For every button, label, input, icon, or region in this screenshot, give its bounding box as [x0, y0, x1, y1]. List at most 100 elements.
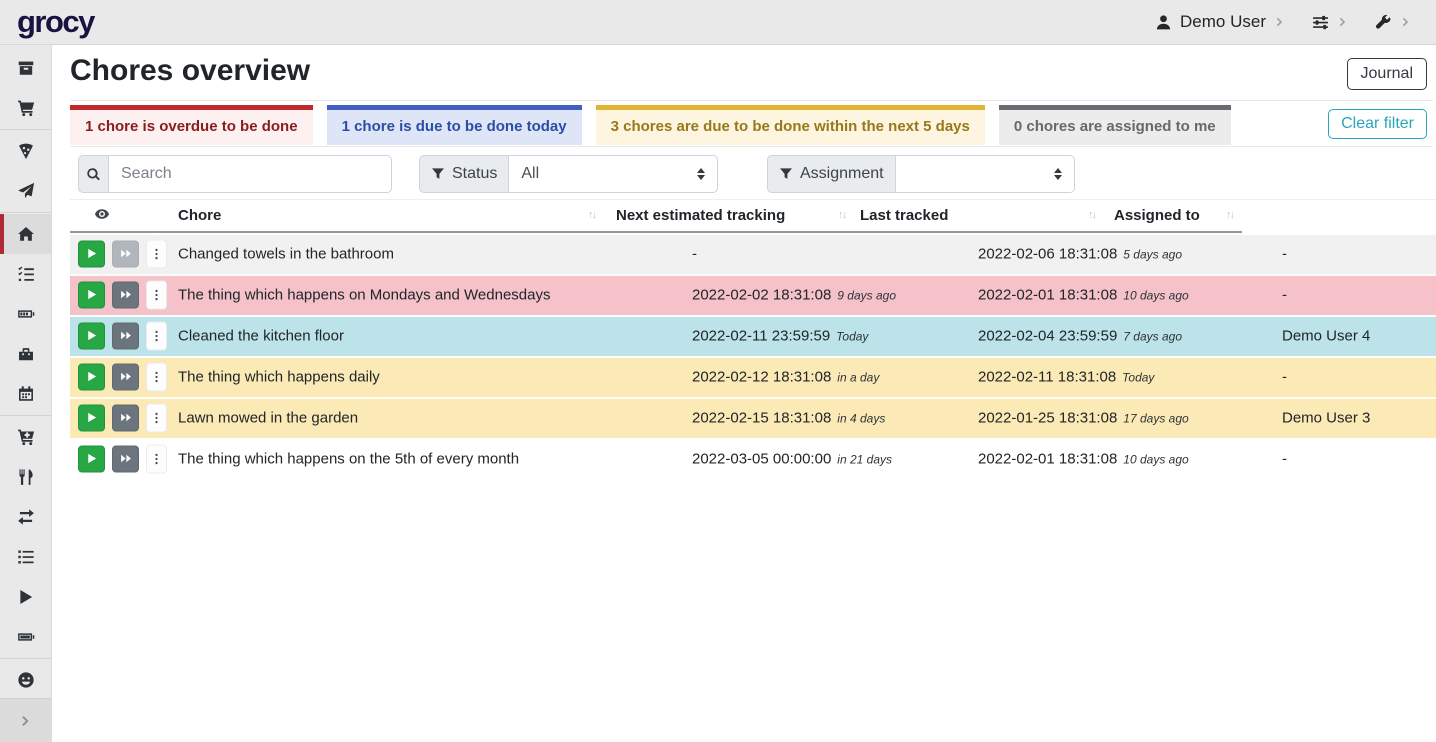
chore-menu-button[interactable] — [146, 239, 167, 268]
home-icon — [17, 225, 35, 243]
track-chore-button[interactable] — [78, 281, 105, 308]
sidebar-item-userentity-example[interactable] — [0, 660, 51, 700]
assignment-filter-group: Assignment — [767, 155, 1075, 193]
sidebar-collapse-toggle[interactable] — [0, 698, 51, 742]
chore-name: The thing which happens on the 5th of ev… — [178, 450, 519, 467]
paper-plane-icon — [17, 182, 35, 200]
forward-icon — [120, 371, 132, 383]
sidebar-item-batteries-overview[interactable] — [0, 294, 51, 334]
list-icon — [17, 548, 35, 566]
pizza-icon — [17, 142, 35, 160]
filter-overdue-card[interactable]: 1 chore is overdue to be done — [70, 105, 313, 145]
utensils-icon — [17, 468, 35, 486]
chore-name: The thing which happens daily — [178, 368, 380, 385]
play-icon — [86, 453, 98, 465]
chore-name: Changed towels in the bathroom — [178, 245, 394, 262]
ellipsis-v-icon — [150, 247, 163, 260]
sidebar-item-transfer[interactable] — [0, 497, 51, 537]
sidebar-item-calendar[interactable] — [0, 374, 51, 414]
skip-chore-button[interactable] — [112, 281, 139, 308]
last-tracked: 2022-01-25 18:31:0817 days ago — [978, 409, 1189, 426]
ellipsis-v-icon — [150, 370, 163, 383]
sidebar-item-inventory[interactable] — [0, 537, 51, 577]
chore-menu-button[interactable] — [146, 444, 167, 473]
filter-due-soon-card[interactable]: 3 chores are due to be done within the n… — [596, 105, 985, 145]
clear-filter-button[interactable]: Clear filter — [1328, 109, 1427, 139]
relative-time: Today — [836, 329, 868, 343]
battery-icon — [17, 305, 35, 323]
funnel-icon — [779, 167, 793, 181]
filter-assigned-me-card[interactable]: 0 chores are assigned to me — [999, 105, 1231, 145]
column-header-assigned-to[interactable]: Assigned to — [1114, 207, 1200, 224]
wrench-icon — [1375, 14, 1392, 31]
sidebar-item-equipment[interactable] — [0, 334, 51, 374]
search-icon — [86, 167, 101, 182]
sidebar-divider — [0, 415, 51, 416]
search-input[interactable] — [108, 155, 392, 193]
sidebar — [0, 45, 52, 742]
row-actions — [78, 403, 167, 432]
chore-menu-button[interactable] — [146, 321, 167, 350]
column-header-chore[interactable]: Chore — [178, 207, 221, 224]
table-row: Lawn mowed in the garden2022-02-15 18:31… — [70, 397, 1436, 438]
track-chore-button[interactable] — [78, 363, 105, 390]
assigned-to: - — [1282, 245, 1287, 262]
relative-time: 9 days ago — [837, 288, 896, 302]
last-tracked: 2022-02-11 18:31:08Today — [978, 368, 1154, 385]
relative-time: 17 days ago — [1123, 411, 1188, 425]
column-header-next-estimated-tracking[interactable]: Next estimated tracking — [616, 207, 785, 224]
sort-icon[interactable]: ↑↓ — [1226, 209, 1233, 221]
chore-menu-button[interactable] — [146, 403, 167, 432]
next-estimated-tracking: 2022-02-02 18:31:089 days ago — [692, 286, 896, 303]
row-actions — [78, 444, 167, 473]
play-icon — [86, 330, 98, 342]
sidebar-item-chore-tracking[interactable] — [0, 577, 51, 617]
sidebar-item-purchase[interactable] — [0, 417, 51, 457]
skip-chore-button[interactable] — [112, 363, 139, 390]
assignment-filter-label-box: Assignment — [767, 155, 895, 193]
sliders-icon — [1312, 14, 1329, 31]
shopping-cart-icon — [17, 99, 35, 117]
sidebar-item-recipes[interactable] — [0, 131, 51, 171]
settings-menu[interactable] — [1312, 14, 1349, 31]
sort-icon[interactable]: ↑↓ — [1088, 209, 1095, 221]
search-icon-box — [78, 155, 108, 193]
sidebar-item-meal-plan[interactable] — [0, 171, 51, 211]
eye-icon[interactable] — [94, 206, 110, 222]
sidebar-item-consume[interactable] — [0, 457, 51, 497]
battery-full-icon — [17, 628, 35, 646]
sidebar-item-stock-overview[interactable] — [0, 48, 51, 88]
column-header-last-tracked[interactable]: Last tracked — [860, 207, 948, 224]
admin-menu[interactable] — [1375, 14, 1412, 31]
filter-due-today-card[interactable]: 1 chore is due to be done today — [327, 105, 582, 145]
last-tracked: 2022-02-06 18:31:085 days ago — [978, 245, 1182, 262]
sidebar-item-chores-overview[interactable] — [0, 214, 51, 254]
track-chore-button[interactable] — [78, 240, 105, 267]
skip-chore-button[interactable] — [112, 404, 139, 431]
chore-menu-button[interactable] — [146, 362, 167, 391]
cart-plus-icon — [17, 428, 35, 446]
user-menu[interactable]: Demo User — [1155, 12, 1286, 32]
grocy-logo[interactable]: grocy — [17, 4, 94, 40]
sort-icon[interactable]: ↑↓ — [838, 209, 845, 221]
track-chore-button[interactable] — [78, 322, 105, 349]
skip-chore-button[interactable] — [112, 445, 139, 472]
chore-menu-button[interactable] — [146, 280, 167, 309]
status-filter-select[interactable]: All — [508, 155, 718, 193]
page-title: Chores overview — [70, 54, 310, 88]
box-icon — [17, 59, 35, 77]
main-content: Chores overview Journal 1 chore is overd… — [52, 45, 1436, 742]
next-estimated-tracking: 2022-02-15 18:31:08in 4 days — [692, 409, 885, 426]
assignment-filter-select[interactable] — [895, 155, 1075, 193]
sidebar-item-battery-tracking[interactable] — [0, 617, 51, 657]
journal-button[interactable]: Journal — [1347, 58, 1427, 90]
sidebar-item-shopping-list[interactable] — [0, 88, 51, 128]
sidebar-item-tasks[interactable] — [0, 254, 51, 294]
skip-chore-button[interactable] — [112, 240, 139, 267]
status-filter-group: Status All — [419, 155, 718, 193]
track-chore-button[interactable] — [78, 445, 105, 472]
user-menu-label: Demo User — [1180, 12, 1266, 32]
skip-chore-button[interactable] — [112, 322, 139, 349]
sort-icon[interactable]: ↑↓ — [588, 209, 595, 221]
track-chore-button[interactable] — [78, 404, 105, 431]
